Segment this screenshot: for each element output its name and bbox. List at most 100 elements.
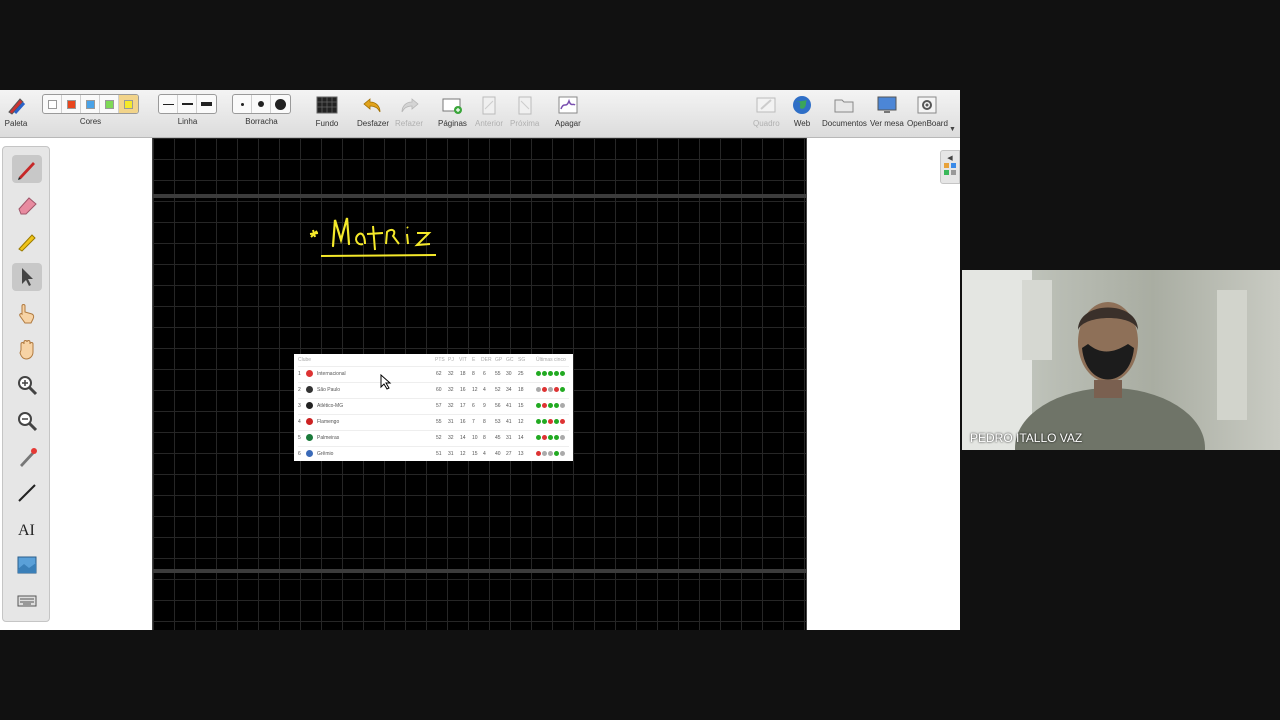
documents-button[interactable]: Documentos xyxy=(822,94,867,128)
form-dot xyxy=(548,419,553,424)
color-yellow[interactable] xyxy=(119,95,138,113)
row-stat: 32 xyxy=(448,402,454,409)
library-panel-toggle[interactable]: ◀ xyxy=(940,150,960,184)
form-dot xyxy=(554,387,559,392)
eraser-group: Borracha xyxy=(232,94,291,126)
row-stat: 32 xyxy=(448,370,454,377)
palette-button[interactable]: Paleta xyxy=(4,94,28,128)
next-page-icon xyxy=(513,94,537,116)
line-thick[interactable] xyxy=(197,95,216,113)
form-dot xyxy=(560,371,565,376)
colors-label: Cores xyxy=(79,117,102,126)
color-red[interactable] xyxy=(62,95,81,113)
background-label: Fundo xyxy=(315,119,339,128)
hand-pointer-icon xyxy=(19,304,35,324)
form-dot xyxy=(554,403,559,408)
board-mode-button[interactable]: Quadro xyxy=(753,94,780,128)
library-icon xyxy=(944,163,956,175)
row-form xyxy=(536,435,565,440)
chevron-left-icon: ◀ xyxy=(947,155,953,162)
chevron-down-icon[interactable]: ▼ xyxy=(949,126,956,133)
line-icon xyxy=(18,484,36,502)
laser-pointer-tool[interactable] xyxy=(12,443,42,471)
capture-tool[interactable] xyxy=(12,551,42,579)
eraser-large[interactable] xyxy=(271,95,290,113)
form-dot xyxy=(548,403,553,408)
background-button[interactable]: Fundo xyxy=(315,94,339,128)
color-white[interactable] xyxy=(43,95,62,113)
row-position: 5 xyxy=(298,434,301,441)
text-tool[interactable]: AI xyxy=(12,515,42,543)
row-stat: 10 xyxy=(472,434,478,441)
team-badge-icon xyxy=(306,402,313,409)
line-thin[interactable] xyxy=(159,95,178,113)
webcam-video: PEDRO ITALLO VAZ xyxy=(962,270,1280,450)
row-stat: 41 xyxy=(506,402,512,409)
zoom-out-tool[interactable] xyxy=(12,407,42,435)
redo-label: Refazer xyxy=(395,119,424,128)
globe-icon xyxy=(790,94,814,116)
interact-tool[interactable] xyxy=(12,299,42,327)
row-stat: 15 xyxy=(472,450,478,457)
previous-page-button[interactable]: Anterior xyxy=(475,94,503,128)
palette-label: Paleta xyxy=(4,119,28,128)
row-stat: 18 xyxy=(518,386,524,393)
palette-icon xyxy=(4,94,28,116)
pen-tool[interactable] xyxy=(12,155,42,183)
form-dot xyxy=(560,403,565,408)
line-medium[interactable] xyxy=(178,95,197,113)
clear-icon xyxy=(556,94,580,116)
team-badge-icon xyxy=(306,450,313,457)
web-button[interactable]: Web xyxy=(790,94,814,128)
form-dot xyxy=(542,371,547,376)
standings-row: 1 Internacional 62 32 18 8 6 55 30 25 xyxy=(298,366,569,380)
arrow-pointer-icon xyxy=(22,268,33,286)
color-blue[interactable] xyxy=(81,95,100,113)
row-position: 1 xyxy=(298,370,301,377)
selector-tool[interactable] xyxy=(12,263,42,291)
openboard-window: Paleta Cores Linha Borracha Fundo Desfaz… xyxy=(0,90,960,630)
row-stat: 9 xyxy=(483,402,486,409)
standings-table-image[interactable]: Clube PTS PJ VIT E DER GP GC SG Últimas … xyxy=(294,354,573,461)
clear-button[interactable]: Apagar xyxy=(555,94,581,128)
row-stat: 31 xyxy=(506,434,512,441)
desktop-button[interactable]: Ver mesa xyxy=(870,94,904,128)
row-form xyxy=(536,371,565,376)
form-dot xyxy=(536,387,541,392)
team-badge-icon xyxy=(306,386,313,393)
previous-page-label: Anterior xyxy=(475,119,504,128)
undo-label: Desfazer xyxy=(357,119,390,128)
team-badge-icon xyxy=(306,418,313,425)
row-stat: 45 xyxy=(495,434,501,441)
form-dot xyxy=(554,451,559,456)
zoom-in-tool[interactable] xyxy=(12,371,42,399)
row-stat: 12 xyxy=(518,418,524,425)
row-stat: 31 xyxy=(448,450,454,457)
form-dot xyxy=(548,435,553,440)
eraser-tool[interactable] xyxy=(12,191,42,219)
row-stat: 32 xyxy=(448,386,454,393)
openboard-menu-button[interactable]: OpenBoard xyxy=(907,94,948,128)
color-green[interactable] xyxy=(100,95,119,113)
eraser-medium[interactable] xyxy=(252,95,271,113)
drawing-board[interactable]: Clube PTS PJ VIT E DER GP GC SG Últimas … xyxy=(152,138,807,630)
row-stat: 41 xyxy=(506,418,512,425)
hand-tool[interactable] xyxy=(12,335,42,363)
undo-button[interactable]: Desfazer xyxy=(357,94,389,128)
row-stat: 4 xyxy=(483,386,486,393)
standings-row: 6 Grêmio 51 31 12 15 4 40 27 13 xyxy=(298,446,569,460)
next-page-button[interactable]: Próxima xyxy=(510,94,539,128)
header-vit: VIT xyxy=(459,357,467,363)
row-position: 2 xyxy=(298,386,301,393)
header-e: E xyxy=(472,357,476,363)
row-stat: 34 xyxy=(506,386,512,393)
row-stat: 7 xyxy=(472,418,475,425)
row-team: Atlético-MG xyxy=(317,402,344,409)
header-gc: GC xyxy=(506,357,514,363)
eraser-small[interactable] xyxy=(233,95,252,113)
redo-button[interactable]: Refazer xyxy=(395,94,423,128)
line-tool[interactable] xyxy=(12,479,42,507)
marker-tool[interactable] xyxy=(12,227,42,255)
pages-button[interactable]: Páginas xyxy=(438,94,467,128)
virtual-keyboard-tool[interactable] xyxy=(12,587,42,615)
